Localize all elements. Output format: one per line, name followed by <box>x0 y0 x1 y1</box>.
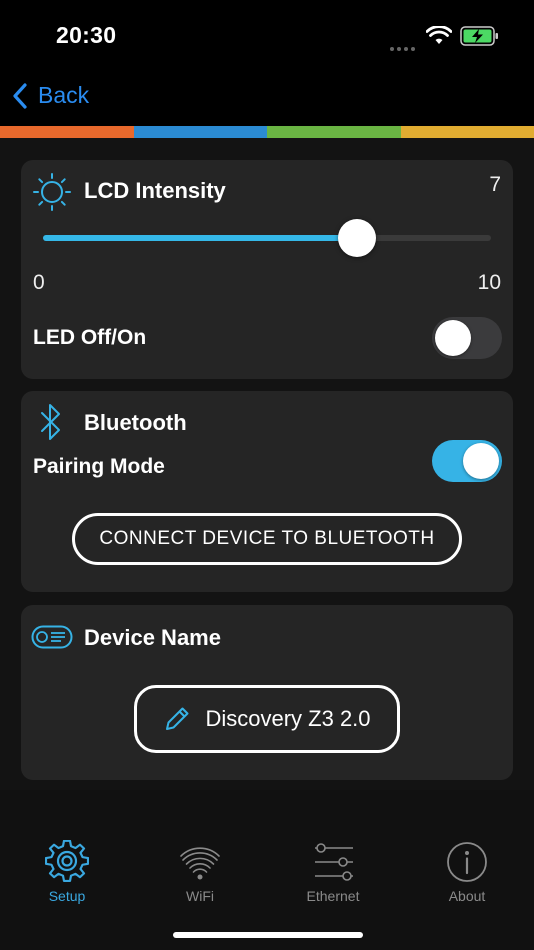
battery-icon <box>460 26 498 46</box>
home-indicator <box>173 932 363 938</box>
toggle-knob <box>435 320 471 356</box>
sliders-icon <box>315 843 353 881</box>
strip-blue <box>133 126 267 138</box>
device-tag-icon <box>31 625 73 649</box>
tab-bar: Setup WiFi Ethernet About <box>0 790 534 950</box>
wifi-status-icon <box>426 26 452 44</box>
sun-icon <box>33 173 71 211</box>
wifi-icon <box>180 847 220 880</box>
device-name-card: Device Name Discovery Z3 2.0 <box>21 605 513 780</box>
settings-content: LCD Intensity 7 0 10 LED Off/On Bluetoot… <box>0 138 534 790</box>
gear-icon <box>45 840 89 883</box>
connect-bluetooth-button[interactable]: CONNECT DEVICE TO BLUETOOTH <box>72 513 462 565</box>
tab-label: Setup <box>48 888 86 904</box>
strip-yellow <box>400 126 534 138</box>
pencil-icon <box>166 707 189 730</box>
navigation-bar: Back <box>0 70 534 126</box>
strip-orange <box>0 126 134 138</box>
back-button[interactable]: Back <box>12 82 89 109</box>
toggle-knob <box>463 443 499 479</box>
status-time: 20:30 <box>56 22 117 48</box>
lcd-intensity-slider[interactable] <box>43 219 491 257</box>
slider-max-label: 10 <box>477 271 501 294</box>
slider-thumb[interactable] <box>337 219 376 257</box>
device-name-value: Discovery Z3 2.0 <box>205 706 371 731</box>
tab-setup[interactable]: Setup <box>17 840 117 904</box>
tab-label: WiFi <box>186 888 214 904</box>
lcd-intensity-title: LCD Intensity <box>84 178 226 203</box>
status-bar: 20:30 <box>0 0 534 70</box>
led-toggle-label: LED Off/On <box>33 326 147 349</box>
edit-device-name-button[interactable]: Discovery Z3 2.0 <box>134 685 400 753</box>
bluetooth-card: Bluetooth Pairing Mode CONNECT DEVICE TO… <box>21 391 513 592</box>
back-label: Back <box>38 82 90 108</box>
tab-about[interactable]: About <box>417 840 517 904</box>
led-toggle[interactable] <box>432 317 502 359</box>
pairing-mode-toggle[interactable] <box>432 440 502 482</box>
slider-min-label: 0 <box>33 271 45 294</box>
lcd-intensity-card: LCD Intensity 7 0 10 LED Off/On <box>21 160 513 379</box>
info-icon <box>447 842 487 882</box>
cellular-signal-icon <box>390 38 418 56</box>
strip-green <box>267 126 401 138</box>
tab-ethernet[interactable]: Ethernet <box>283 840 383 904</box>
lcd-intensity-value: 7 <box>489 173 501 196</box>
tab-wifi[interactable]: WiFi <box>150 840 250 904</box>
bluetooth-title: Bluetooth <box>84 410 187 435</box>
device-name-title: Device Name <box>84 625 221 650</box>
chevron-left-icon <box>13 82 27 109</box>
bluetooth-icon <box>41 404 60 440</box>
brand-color-strip <box>0 126 534 138</box>
tab-label: Ethernet <box>306 888 360 904</box>
tab-label: About <box>448 888 486 904</box>
pairing-mode-label: Pairing Mode <box>33 455 165 478</box>
slider-fill <box>43 235 357 241</box>
